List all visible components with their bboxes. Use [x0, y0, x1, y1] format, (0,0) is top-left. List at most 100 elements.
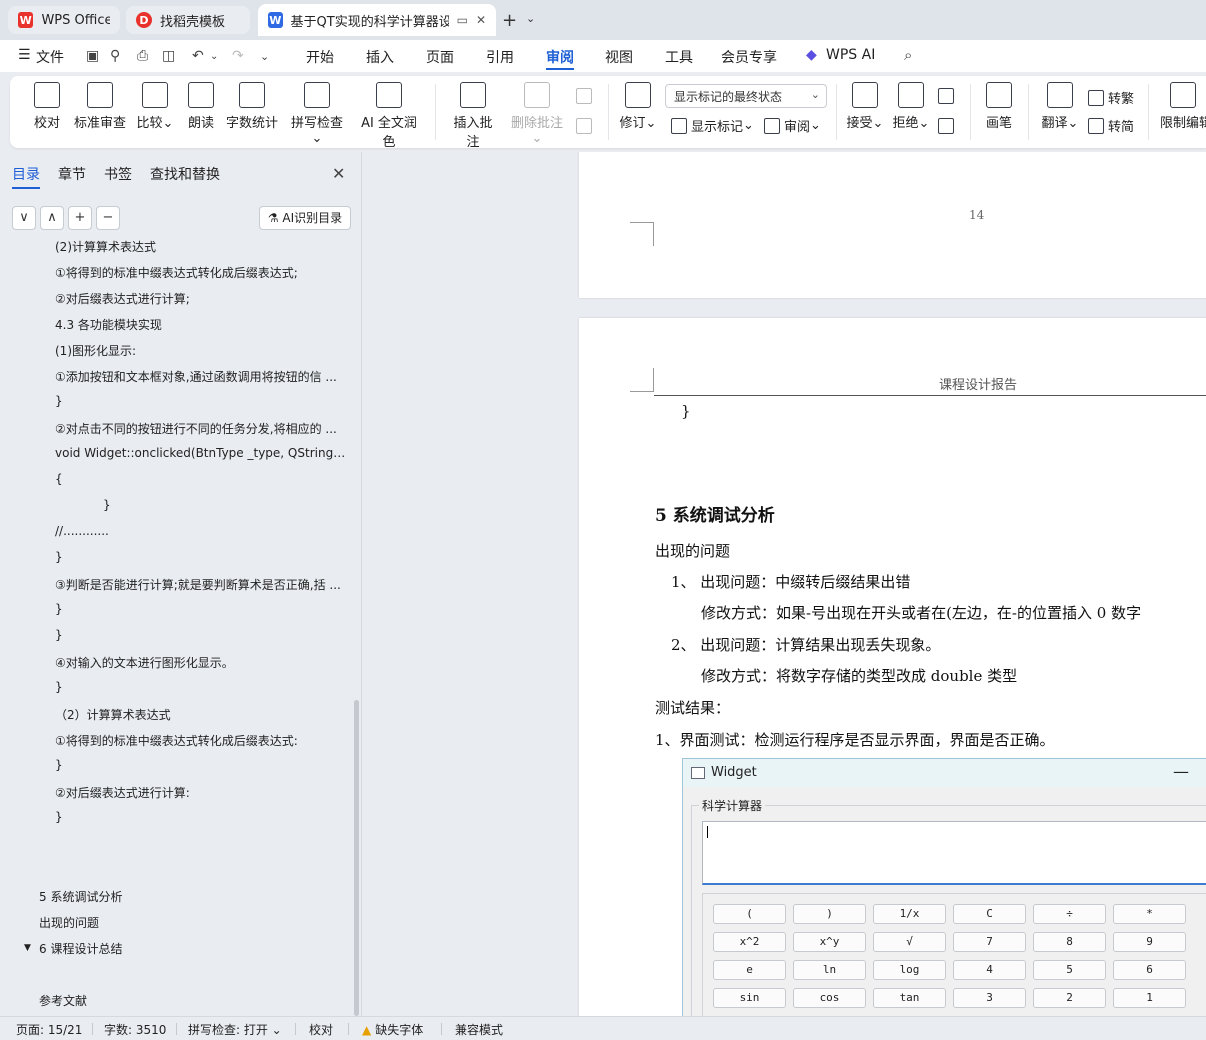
toc-item[interactable]: 4.3 各功能模块实现: [55, 316, 162, 333]
monitor-icon[interactable]: ▭: [457, 13, 468, 27]
list-item[interactable]: 2、 出现问题：计算结果出现丢失现象。: [671, 634, 940, 655]
menu-wps-ai[interactable]: WPS AI: [826, 47, 875, 63]
tab-toc[interactable]: 目录: [12, 164, 40, 184]
print-preview-icon[interactable]: ◫: [162, 48, 175, 64]
word-count-button[interactable]: 字数统计: [226, 82, 278, 131]
spell-check-indicator[interactable]: 拼写检查: 打开 ⌄: [188, 1021, 282, 1038]
compare-button[interactable]: 比较⌄: [134, 82, 176, 131]
menu-review[interactable]: 审阅: [546, 47, 574, 67]
read-aloud-button[interactable]: 朗读: [186, 82, 216, 131]
tab-find-replace[interactable]: 查找和替换: [150, 164, 220, 184]
toc-item[interactable]: ③判断是否能进行计算;就是要判断算术是否正确,括 ...: [55, 576, 341, 593]
paragraph[interactable]: 修改方式：如果-号出现在开头或者在(左边，在-的位置插入 0 数字: [701, 602, 1141, 623]
to-traditional-button[interactable]: 转繁: [1088, 88, 1134, 107]
toc-item[interactable]: ②对点击不同的按钮进行不同的任务分发,将相应的 ...: [55, 420, 337, 437]
print-icon[interactable]: ⎙: [137, 48, 148, 64]
tab-sections[interactable]: 章节: [58, 164, 86, 184]
toc-item[interactable]: ②对后缀表达式进行计算;: [55, 290, 190, 307]
toc-item[interactable]: ①将得到的标准中缀表达式转化成后缀表达式;: [55, 264, 298, 281]
page-indicator[interactable]: 页面: 15/21: [16, 1021, 82, 1038]
to-simplified-button[interactable]: 转简: [1088, 116, 1134, 135]
paragraph[interactable]: 测试结果：: [655, 697, 730, 718]
menu-member[interactable]: 会员专享: [721, 47, 777, 67]
new-tab-icon[interactable]: +: [502, 10, 517, 31]
tab-document[interactable]: W 基于QT实现的科学计算器设计 ▭ ✕: [258, 4, 496, 36]
menu-references[interactable]: 引用: [486, 47, 514, 67]
remove-level-button[interactable]: −: [96, 206, 120, 230]
reject-button[interactable]: 拒绝⌄: [892, 82, 930, 131]
toc-item[interactable]: {: [55, 472, 63, 486]
pen-button[interactable]: 画笔: [984, 82, 1014, 131]
accept-button[interactable]: 接受⌄: [846, 82, 884, 131]
toc-item[interactable]: 出现的问题: [39, 914, 99, 931]
code-brace[interactable]: }: [681, 402, 691, 420]
next-change-button[interactable]: [938, 118, 958, 134]
close-icon[interactable]: ✕: [332, 164, 345, 183]
undo-icon[interactable]: ↶: [192, 48, 204, 64]
paragraph[interactable]: 出现的问题: [655, 540, 730, 561]
tab-docer[interactable]: D 找稻壳模板: [126, 6, 250, 34]
toc-item[interactable]: 5 系统调试分析: [39, 888, 122, 905]
review-pane-button[interactable]: 审阅 ⌄: [764, 116, 821, 135]
translate-button[interactable]: 翻译⌄: [1040, 82, 1080, 131]
chevron-down-icon[interactable]: ⌄: [210, 51, 218, 62]
toc-item[interactable]: ②对后缀表达式进行计算:: [55, 784, 190, 801]
menu-page[interactable]: 页面: [426, 47, 454, 67]
toc-item[interactable]: }: [55, 550, 63, 564]
share-icon[interactable]: ⚲: [110, 48, 120, 64]
toc-item[interactable]: (1)图形化显示:: [55, 342, 136, 359]
missing-font-indicator[interactable]: ▲ 缺失字体: [362, 1021, 423, 1038]
previous-change-button[interactable]: [938, 88, 958, 104]
show-markup-button[interactable]: 显示标记 ⌄: [671, 116, 754, 135]
menu-home[interactable]: 开始: [306, 47, 334, 67]
toc-item[interactable]: 参考文献: [39, 992, 87, 1009]
spell-check-button[interactable]: 拼写检查⌄: [287, 82, 347, 146]
insert-comment-button[interactable]: 插入批注: [448, 82, 498, 150]
toc-item[interactable]: ①添加按钮和文本框对象,通过函数调用将按钮的信 ...: [55, 368, 337, 385]
add-level-button[interactable]: +: [68, 206, 92, 230]
next-comment-button[interactable]: [576, 118, 596, 134]
toc-item[interactable]: ①将得到的标准中缀表达式转化成后缀表达式:: [55, 732, 298, 749]
toc-item[interactable]: }: [55, 602, 63, 616]
restrict-edit-button[interactable]: 限制编辑: [1160, 82, 1206, 131]
toc-item[interactable]: (2)计算算术表达式: [55, 240, 156, 255]
menu-view[interactable]: 视图: [605, 47, 633, 67]
hamburger-icon[interactable]: ☰: [18, 47, 31, 63]
word-count-indicator[interactable]: 字数: 3510: [104, 1021, 166, 1038]
embedded-screenshot[interactable]: Widget — 科学计算器 () 1/x C ÷ * x^2 x^y √ 7 8 9 e ln log 4…: [682, 758, 1206, 1016]
section-heading[interactable]: 5 系统调试分析: [655, 501, 775, 526]
toc-scrollbar[interactable]: [354, 700, 359, 1016]
close-tab-icon[interactable]: ✕: [476, 13, 486, 27]
toc-item[interactable]: //............: [55, 524, 109, 538]
markup-display-select[interactable]: 显示标记的最终状态 ⌄: [665, 84, 827, 108]
toc-item[interactable]: }: [55, 394, 63, 408]
delete-comment-button[interactable]: 删除批注⌄: [507, 82, 567, 146]
menu-insert[interactable]: 插入: [366, 47, 394, 67]
toc-item[interactable]: }: [55, 680, 63, 694]
search-icon[interactable]: ⌕: [904, 46, 912, 64]
collapse-triangle-icon[interactable]: ▼: [24, 940, 31, 956]
toc-item[interactable]: }: [55, 628, 63, 642]
track-changes-button[interactable]: 修订⌄: [618, 82, 658, 131]
previous-comment-button[interactable]: [576, 88, 596, 104]
menu-file[interactable]: 文件: [36, 47, 64, 67]
standard-review-button[interactable]: 标准审查: [74, 82, 126, 131]
ai-polish-button[interactable]: AI 全文润色: [356, 82, 422, 150]
redo-icon[interactable]: ↷: [232, 48, 244, 64]
paragraph[interactable]: 修改方式：将数字存储的类型改成 double 类型: [701, 665, 1017, 686]
ai-toc-button[interactable]: ⚗ AI识别目录: [259, 206, 351, 230]
tab-wps-office[interactable]: W WPS Office: [8, 6, 120, 34]
toc-item[interactable]: （2）计算算术表达式: [55, 706, 171, 723]
toc-item[interactable]: void Widget::onclicked(BtnType _type, QS…: [55, 446, 346, 460]
proofread-button[interactable]: 校对: [32, 82, 62, 131]
toc-item[interactable]: 6 课程设计总结: [39, 940, 122, 957]
toc-item[interactable]: ④对输入的文本进行图形化显示。: [55, 654, 234, 671]
collapse-up-button[interactable]: ∧: [40, 206, 64, 230]
chevron-down-icon[interactable]: ⌄: [526, 12, 535, 25]
menu-tools[interactable]: 工具: [665, 47, 693, 67]
save-icon[interactable]: ▣: [86, 48, 99, 64]
proofread-indicator[interactable]: 校对: [309, 1021, 333, 1038]
list-item[interactable]: 1、 出现问题：中缀转后缀结果出错: [671, 571, 910, 592]
toc-item[interactable]: }: [103, 498, 111, 512]
expand-down-button[interactable]: ∨: [12, 206, 36, 230]
